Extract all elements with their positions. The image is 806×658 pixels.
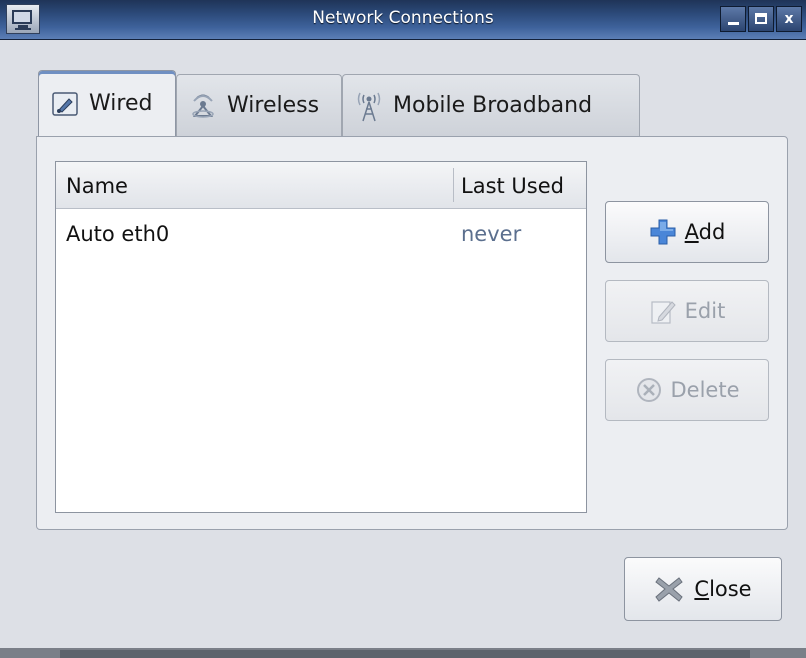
add-button-label: Add bbox=[684, 220, 726, 244]
tab-wired[interactable]: Wired bbox=[38, 70, 176, 136]
maximize-button[interactable] bbox=[748, 6, 774, 32]
connections-list[interactable]: Name Last Used Auto eth0 never bbox=[55, 161, 587, 513]
close-x-icon bbox=[654, 574, 684, 604]
window-title: Network Connections bbox=[312, 8, 494, 28]
add-button[interactable]: Add bbox=[605, 201, 769, 263]
column-divider[interactable] bbox=[453, 168, 454, 202]
wireless-icon bbox=[189, 92, 217, 120]
tab-mobile-broadband[interactable]: Mobile Broadband bbox=[342, 74, 640, 136]
minimize-icon bbox=[728, 22, 739, 25]
close-button-label: Close bbox=[694, 577, 752, 601]
maximize-icon bbox=[755, 13, 767, 24]
delete-icon bbox=[635, 376, 663, 404]
edit-icon bbox=[649, 297, 677, 325]
edit-button-label: Edit bbox=[684, 299, 726, 323]
close-button[interactable]: Close bbox=[624, 557, 782, 621]
tab-wireless[interactable]: Wireless bbox=[176, 74, 342, 136]
column-header-name[interactable]: Name bbox=[66, 174, 128, 198]
tab-panel-wired: Name Last Used Auto eth0 never Add Edit … bbox=[36, 136, 788, 530]
plus-icon bbox=[649, 218, 677, 246]
connection-name: Auto eth0 bbox=[66, 222, 170, 246]
title-bar: Network Connections x bbox=[0, 0, 806, 40]
column-header-last-used[interactable]: Last Used bbox=[461, 174, 564, 198]
tab-mobile-broadband-label: Mobile Broadband bbox=[393, 93, 593, 118]
close-icon: x bbox=[784, 11, 794, 27]
list-header: Name Last Used bbox=[56, 162, 586, 209]
close-window-button[interactable]: x bbox=[776, 6, 802, 32]
window-bottom-edge bbox=[0, 648, 806, 658]
dialog-body: Wired Wireless Mobile Broadband Name Las… bbox=[0, 40, 806, 658]
delete-button[interactable]: Delete bbox=[605, 359, 769, 421]
connection-row[interactable]: Auto eth0 never bbox=[56, 210, 586, 250]
edit-button[interactable]: Edit bbox=[605, 280, 769, 342]
tab-wired-label: Wired bbox=[89, 91, 153, 116]
delete-button-label: Delete bbox=[670, 378, 740, 402]
antenna-icon bbox=[355, 92, 383, 121]
wired-icon bbox=[51, 90, 79, 118]
tab-wireless-label: Wireless bbox=[227, 93, 320, 118]
minimize-button[interactable] bbox=[720, 6, 746, 32]
window-controls: x bbox=[720, 6, 802, 32]
connection-last-used: never bbox=[461, 222, 522, 246]
